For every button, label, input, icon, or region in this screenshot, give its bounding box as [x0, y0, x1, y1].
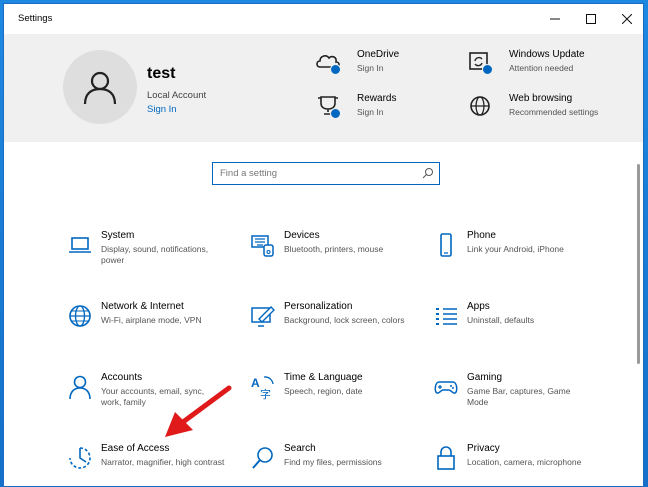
service-title: Web browsing [509, 93, 573, 104]
category-ease-of-access[interactable]: Ease of Access Narrator, magnifier, high … [67, 443, 237, 486]
search-box[interactable]: Find a setting [212, 162, 440, 185]
category-title: Search [284, 443, 316, 454]
category-description: Find my files, permissions [284, 457, 382, 467]
category-title: Network & Internet [101, 301, 184, 312]
search-icon [250, 445, 276, 471]
user-name: test [147, 65, 176, 82]
category-personalization[interactable]: Personalization Background, lock screen, … [250, 301, 420, 356]
category-phone[interactable]: Phone Link your Android, iPhone [433, 230, 603, 285]
network-globe-icon [67, 303, 93, 329]
paint-icon [250, 303, 276, 329]
red-arrow-annotation [165, 385, 232, 437]
category-description: Uninstall, defaults [467, 315, 535, 325]
category-description: Bluetooth, printers, mouse [284, 244, 384, 254]
category-description: Link your Android, iPhone [467, 244, 564, 254]
svg-text:字: 字 [260, 387, 271, 400]
service-title: Rewards [357, 93, 397, 104]
category-apps[interactable]: Apps Uninstall, defaults [433, 301, 603, 356]
time-language-icon: A字 [250, 374, 276, 401]
gamepad-icon [433, 374, 459, 400]
service-title: OneDrive [357, 49, 400, 60]
status-badge [330, 108, 341, 119]
web-browsing-service[interactable]: Web browsing Recommended settings [467, 93, 617, 133]
category-search[interactable]: Search Find my files, permissions [250, 443, 420, 486]
maximize-icon [586, 14, 596, 24]
phone-icon [433, 232, 459, 258]
service-subtitle: Attention needed [509, 63, 574, 73]
category-devices[interactable]: Devices Bluetooth, printers, mouse [250, 230, 420, 285]
globe-icon [467, 93, 493, 119]
status-badge [482, 64, 493, 75]
service-subtitle: Sign In [357, 107, 384, 117]
status-badge [330, 64, 341, 75]
settings-window: Settings test Local Account Sign In OneD… [3, 3, 644, 487]
category-description: Background, lock screen, colors [284, 315, 405, 325]
windows-update-service[interactable]: Windows Update Attention needed [467, 49, 617, 79]
window-title: Settings [18, 13, 53, 24]
title-bar: Settings [4, 4, 643, 34]
account-header: test Local Account Sign In OneDrive Sign… [4, 34, 643, 142]
category-title: Apps [467, 301, 490, 312]
category-title: Phone [467, 230, 496, 241]
onedrive-service[interactable]: OneDrive Sign In [315, 49, 465, 79]
category-title: Ease of Access [101, 443, 170, 454]
magnifier-icon[interactable] [422, 167, 434, 179]
lock-icon [433, 445, 459, 471]
category-title: Accounts [101, 372, 143, 383]
keyboard-icon [250, 232, 276, 258]
account-type: Local Account [147, 90, 207, 101]
category-time-language[interactable]: A 字 Time & Language Speech, region, date [250, 372, 420, 427]
minimize-icon [550, 18, 560, 20]
apps-list-icon [433, 303, 459, 329]
category-title: System [101, 230, 135, 241]
svg-text:A: A [251, 376, 260, 390]
category-network-internet[interactable]: Network & Internet Wi-Fi, airplane mode, … [67, 301, 237, 356]
category-gaming[interactable]: Gaming Game Bar, captures, Game Mode [433, 372, 603, 427]
category-system[interactable]: System Display, sound, notifications, pow… [67, 230, 237, 285]
category-title: Time & Language [284, 372, 363, 383]
service-title: Windows Update [509, 49, 585, 60]
desktop-background: Settings test Local Account Sign In OneD… [0, 0, 648, 487]
sign-in-link[interactable]: Sign In [147, 104, 177, 115]
service-subtitle: Recommended settings [509, 107, 599, 117]
category-description: Narrator, magnifier, high contrast [101, 457, 225, 467]
maximize-button[interactable] [573, 4, 609, 34]
category-title: Gaming [467, 372, 503, 383]
category-privacy[interactable]: Privacy Location, camera, microphone [433, 443, 603, 486]
scrollbar[interactable] [637, 164, 640, 364]
category-description: Location, camera, microphone [467, 457, 582, 467]
category-title: Privacy [467, 443, 500, 454]
user-icon [83, 71, 117, 105]
category-title: Personalization [284, 301, 353, 312]
laptop-icon [67, 232, 93, 258]
rewards-service[interactable]: Rewards Sign In [315, 93, 465, 123]
category-description: Display, sound, notifications, power [101, 244, 209, 265]
close-icon [622, 14, 632, 24]
close-button[interactable] [609, 4, 643, 34]
category-description: Wi-Fi, airplane mode, VPN [101, 315, 202, 325]
category-description: Game Bar, captures, Game Mode [467, 386, 571, 407]
person-icon [67, 374, 93, 400]
category-title: Devices [284, 230, 320, 241]
ease-of-access-icon [67, 445, 93, 471]
search-placeholder: Find a setting [220, 168, 278, 179]
minimize-button[interactable] [537, 4, 573, 34]
service-subtitle: Sign In [357, 63, 384, 73]
category-description: Speech, region, date [284, 386, 363, 396]
avatar[interactable] [63, 50, 137, 124]
